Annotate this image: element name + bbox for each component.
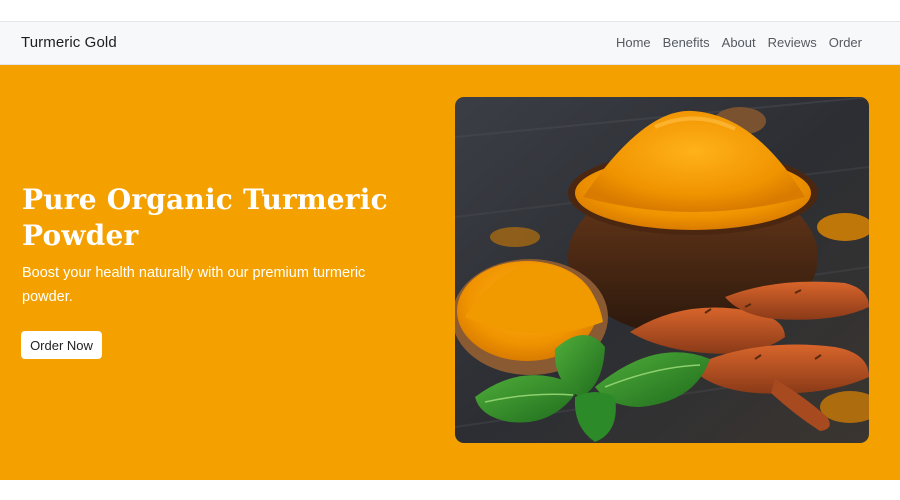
nav-link-order[interactable]: Order <box>829 35 862 50</box>
nav-link-reviews[interactable]: Reviews <box>768 35 817 50</box>
top-strip <box>0 0 900 22</box>
bottom-strip <box>0 480 900 500</box>
order-now-button[interactable]: Order Now <box>21 331 102 359</box>
nav-link-home[interactable]: Home <box>616 35 651 50</box>
hero-section: Pure Organic Turmeric Powder Boost your … <box>0 65 900 480</box>
hero-subtitle: Boost your health naturally with our pre… <box>22 265 366 305</box>
turmeric-hero-image <box>455 97 869 443</box>
nav-link-benefits[interactable]: Benefits <box>663 35 710 50</box>
brand-logo-text[interactable]: Turmeric Gold <box>21 34 117 51</box>
nav-link-about[interactable]: About <box>722 35 756 50</box>
turmeric-illustration <box>455 97 869 443</box>
nav-links: Home Benefits About Reviews Order <box>616 35 862 50</box>
navbar: Turmeric Gold Home Benefits About Review… <box>0 22 900 65</box>
hero-title: Pure Organic Turmeric Powder <box>22 183 388 252</box>
